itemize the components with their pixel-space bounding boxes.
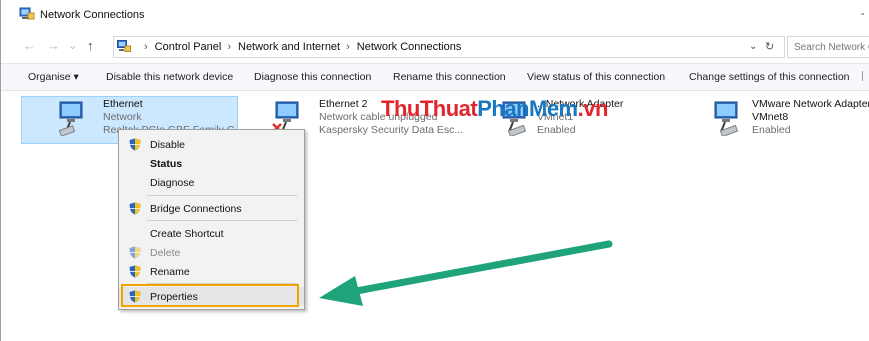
connection-name: VMware Network Adapter <box>752 98 869 110</box>
breadcrumb-network-and-internet[interactable]: Network and Internet <box>238 41 340 53</box>
control-panel-icon <box>117 40 131 52</box>
menu-item-rename[interactable]: Rename <box>119 262 304 281</box>
forward-button[interactable]: → <box>47 38 60 53</box>
breadcrumb-separator: › <box>144 41 148 53</box>
menu-item-status[interactable]: Status <box>119 154 304 173</box>
annotation-arrow-icon <box>319 240 613 306</box>
menu-item-label: Bridge Connections <box>150 203 242 215</box>
watermark-part: .vn <box>577 96 609 121</box>
search-placeholder: Search Network C <box>794 42 869 53</box>
breadcrumb-network-connections[interactable]: Network Connections <box>357 41 462 53</box>
connection-status: Enabled <box>752 124 791 136</box>
disable-device-button[interactable]: Disable this network device <box>106 71 233 83</box>
connection-network: Network <box>103 111 142 123</box>
minimize-button[interactable]: - <box>861 8 865 20</box>
title-bar: Network Connections - <box>1 0 869 28</box>
context-menu: Disable Status Diagnose Bridge Connectio… <box>118 129 305 310</box>
menu-item-label: Create Shortcut <box>150 228 224 240</box>
view-status-button[interactable]: View status of this connection <box>527 71 665 83</box>
refresh-button[interactable]: ↻ <box>765 40 774 53</box>
menu-separator <box>147 195 297 196</box>
network-folder-icon <box>19 7 35 20</box>
network-adapter-icon <box>714 101 739 136</box>
menu-item-label: Diagnose <box>150 177 195 189</box>
uac-shield-icon <box>129 265 141 278</box>
organise-button[interactable]: Organise ▾ <box>28 71 79 83</box>
change-settings-button[interactable]: Change settings of this connection <box>689 71 850 83</box>
menu-separator <box>147 220 297 221</box>
connection-status: Enabled <box>537 124 576 136</box>
more-commands-icon[interactable] <box>862 71 869 81</box>
connection-name: Ethernet 2 <box>319 98 368 110</box>
menu-item-label: Rename <box>150 266 190 278</box>
connection-device: Kaspersky Security Data Esc... <box>319 124 464 136</box>
menu-item-label: Delete <box>150 247 181 259</box>
menu-item-bridge-connections[interactable]: Bridge Connections <box>119 199 304 218</box>
network-connections-window: Network Connections - ← → ⌄ ↑ › Control P… <box>0 0 869 341</box>
properties-highlight-box <box>121 284 299 307</box>
menu-item-diagnose[interactable]: Diagnose <box>119 173 304 192</box>
watermark-part: PhanMem <box>477 96 578 121</box>
watermark-part: ThuThuat <box>381 96 478 121</box>
window-title: Network Connections <box>40 9 145 21</box>
connection-network: VMnet8 <box>752 111 789 123</box>
breadcrumb-control-panel[interactable]: Control Panel <box>155 41 222 53</box>
command-bar: Organise ▾ Disable this network device D… <box>1 63 869 91</box>
menu-item-delete[interactable]: Delete <box>119 243 304 262</box>
address-dropdown-button[interactable]: ⌄ <box>749 41 757 52</box>
menu-item-label: Disable <box>150 139 186 151</box>
rename-connection-button[interactable]: Rename this connection <box>393 71 506 83</box>
menu-item-disable[interactable]: Disable <box>119 135 304 154</box>
uac-shield-icon <box>129 246 141 259</box>
connection-name: Ethernet <box>103 98 143 110</box>
uac-shield-icon <box>129 202 141 215</box>
address-bar: ← → ⌄ ↑ › Control Panel › Network and Inter… <box>1 35 869 59</box>
network-adapter-icon <box>58 101 83 136</box>
breadcrumb-separator: › <box>346 41 350 53</box>
diagnose-connection-button[interactable]: Diagnose this connection <box>254 71 371 83</box>
menu-item-create-shortcut[interactable]: Create Shortcut <box>119 224 304 243</box>
up-button[interactable]: ↑ <box>87 38 94 53</box>
uac-shield-icon <box>129 138 141 151</box>
menu-item-label: Status <box>150 158 183 170</box>
breadcrumb: › Control Panel › Network and Internet › Netw… <box>138 41 461 53</box>
breadcrumb-separator: › <box>227 41 231 53</box>
back-button[interactable]: ← <box>23 38 36 53</box>
watermark: ThuThuatPhanMem.vn <box>381 96 608 122</box>
recent-locations-button[interactable]: ⌄ <box>68 39 77 52</box>
